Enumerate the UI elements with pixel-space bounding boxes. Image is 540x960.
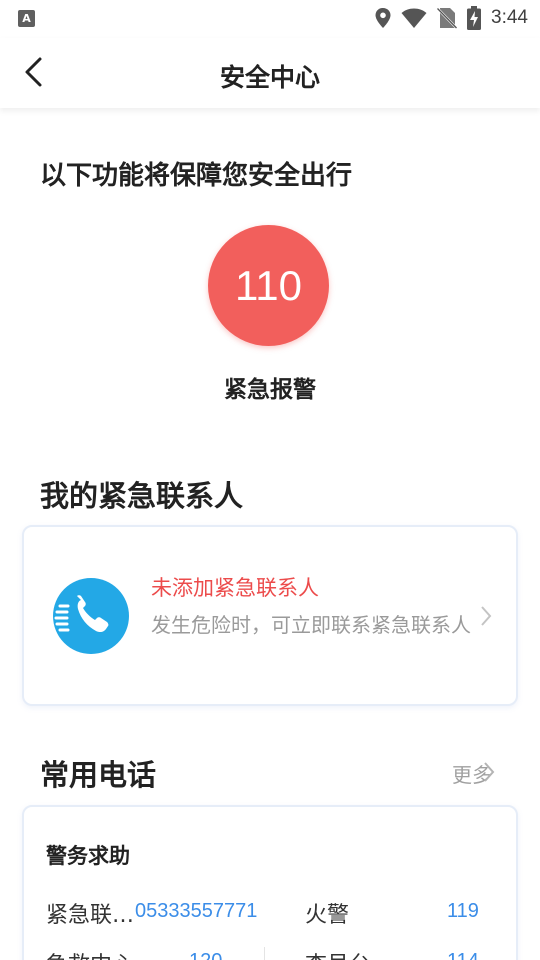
status-bar: A 3:44 [0,0,540,38]
phone-number[interactable]: 05333557771 [135,900,257,923]
notification-icon: A [18,10,35,27]
chevron-right-icon [481,606,492,626]
phones-group-title: 警务求助 [46,844,130,868]
divider [264,947,265,960]
emergency-call-label: 紧急报警 [224,377,316,403]
wifi-icon [401,8,427,28]
phone-name: 查号台 [305,947,371,960]
common-phones-title: 常用电话 [40,758,157,792]
common-phones-card: 警务求助 紧急联… 05333557771 火警 119 急救中心 120 查号… [22,805,518,960]
no-contact-description: 发生危险时，可立即联系紧急联系人 [151,613,471,637]
status-time: 3:44 [491,7,528,28]
safety-intro-text: 以下功能将保障您安全出行 [40,161,353,191]
phone-name: 急救中心 [46,947,134,960]
battery-charging-icon [467,6,482,30]
app-header: 安全中心 [0,38,540,108]
phone-number[interactable]: 120 [189,950,222,960]
contacts-section-title: 我的紧急联系人 [40,479,244,513]
phone-number[interactable]: 119 [447,900,479,923]
phone-name: 火警 [305,903,350,928]
emergency-call-button[interactable]: 110 [208,225,329,346]
no-contact-title: 未添加紧急联系人 [151,576,319,600]
phone-name: 紧急联… [46,903,135,928]
phone-icon [53,578,129,654]
page-title: 安全中心 [219,63,320,92]
no-sim-icon [437,7,458,29]
add-contact-card[interactable]: 未添加紧急联系人 发生危险时，可立即联系紧急联系人 [22,525,518,706]
status-icons: 3:44 [365,6,528,30]
phone-number[interactable]: 114 [447,950,479,960]
more-chevron-icon[interactable] [483,761,495,783]
location-icon [375,8,391,28]
